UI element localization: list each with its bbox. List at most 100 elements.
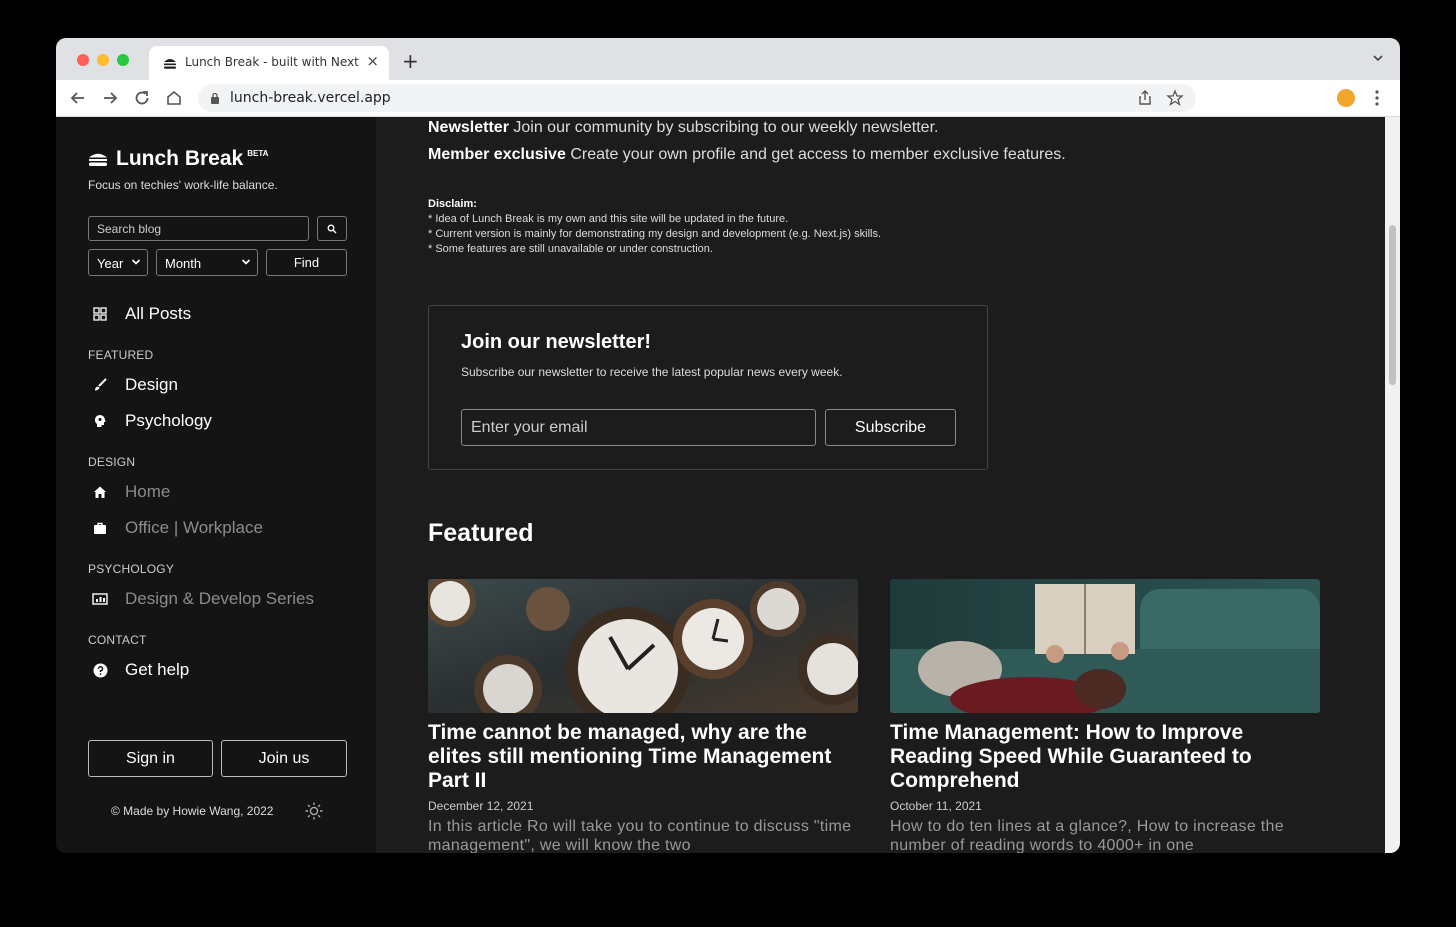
clocks-image <box>428 579 858 713</box>
nav-series-label: Design & Develop Series <box>125 589 314 608</box>
newsletter-title: Join our newsletter! <box>461 331 652 353</box>
post-date: October 11, 2021 <box>890 799 982 813</box>
burger-icon <box>89 153 107 166</box>
post-card[interactable]: Time cannot be managed, why are the elit… <box>428 579 858 853</box>
disclaimer-line: * Idea of Lunch Break is my own and this… <box>428 213 789 225</box>
disclaimer: Disclaim: * Idea of Lunch Break is my ow… <box>428 197 881 257</box>
month-select[interactable]: Month <box>156 249 258 276</box>
search-button[interactable] <box>317 216 347 241</box>
nav-design-label: Design <box>125 375 178 394</box>
close-window-button[interactable] <box>77 54 89 66</box>
web-page: Lunch Break BETA Focus on techies' work-… <box>56 117 1400 853</box>
beta-badge: BETA <box>247 148 269 158</box>
head-brain-icon <box>95 415 106 427</box>
tab-strip: Lunch Break - built with Next × + <box>56 38 1400 80</box>
address-bar[interactable]: lunch-break.vercel.app <box>198 84 1196 112</box>
chevron-down-icon <box>131 259 141 265</box>
nav-office-workplace[interactable]: Office | Workplace <box>88 516 263 540</box>
post-image-clocks[interactable] <box>428 579 858 713</box>
minimize-window-button[interactable] <box>97 54 109 66</box>
back-arrow-icon[interactable] <box>68 88 88 108</box>
brush-icon <box>95 378 107 391</box>
feature-newsletter-desc: Join our community by subscribing to our… <box>513 119 939 136</box>
feature-newsletter: Newsletter Join our community by subscri… <box>428 119 938 137</box>
nav-all-posts-label: All Posts <box>125 304 192 323</box>
newsletter-box: Join our newsletter! Subscribe our newsl… <box>428 305 988 470</box>
nav-office-label: Office | Workplace <box>125 518 263 537</box>
section-contact: CONTACT <box>88 633 147 647</box>
new-tab-button[interactable]: + <box>402 49 419 73</box>
burger-icon <box>164 59 176 69</box>
post-image-reading[interactable] <box>890 579 1320 713</box>
lock-icon <box>211 92 219 104</box>
find-button[interactable]: Find <box>266 249 347 276</box>
main-content: Newsletter Join our community by subscri… <box>428 117 1378 853</box>
briefcase-icon <box>94 522 106 534</box>
join-us-button[interactable]: Join us <box>221 740 347 777</box>
email-field[interactable] <box>461 409 816 446</box>
post-title[interactable]: Time Management: How to Improve Reading … <box>890 721 1320 793</box>
profile-avatar[interactable] <box>1337 89 1355 107</box>
reading-image <box>890 579 1320 713</box>
sign-in-button[interactable]: Sign in <box>88 740 213 777</box>
post-excerpt: How to do ten lines at a glance?, How to… <box>890 818 1284 853</box>
logo[interactable]: Lunch Break BETA <box>88 147 268 171</box>
tab-search-chevron-icon[interactable] <box>1372 52 1384 64</box>
nav-home-label: Home <box>125 482 171 501</box>
share-icon[interactable] <box>1136 89 1154 107</box>
newsletter-subtitle: Subscribe our newsletter to receive the … <box>461 365 843 379</box>
forward-arrow-icon[interactable] <box>100 88 120 108</box>
nav-psychology[interactable]: Psychology <box>88 409 212 433</box>
sun-theme-toggle-icon[interactable] <box>304 801 324 821</box>
section-featured: FEATURED <box>88 348 154 362</box>
search-icon <box>327 224 337 234</box>
disclaimer-title: Disclaim: <box>428 198 477 210</box>
grid-icon <box>93 307 107 321</box>
browser-toolbar: lunch-break.vercel.app <box>56 80 1400 117</box>
search-input[interactable] <box>88 216 309 241</box>
home-icon[interactable] <box>164 88 184 108</box>
disclaimer-line: * Current version is mainly for demonstr… <box>428 228 882 240</box>
maximize-window-button[interactable] <box>117 54 129 66</box>
more-menu-icon[interactable] <box>1372 89 1382 107</box>
copyright-text: © Made by Howie Wang, 2022 <box>111 804 274 818</box>
feature-member-exclusive: Member exclusive Create your own profile… <box>428 146 1066 164</box>
nav-get-help-label: Get help <box>125 660 190 679</box>
reload-icon[interactable] <box>132 88 152 108</box>
nav-get-help[interactable]: Get help <box>88 658 189 682</box>
bookmark-star-icon[interactable] <box>1166 89 1184 107</box>
browser-window: Lunch Break - built with Next × + lunch- <box>56 38 1400 853</box>
disclaimer-line: * Some features are still unavailable or… <box>428 243 713 255</box>
page-scrollbar[interactable] <box>1385 117 1400 853</box>
close-tab-icon[interactable]: × <box>366 52 379 70</box>
tagline: Focus on techies' work-life balance. <box>88 178 278 192</box>
home-icon <box>94 486 106 498</box>
nav-design[interactable]: Design <box>88 373 178 397</box>
nav-psychology-label: Psychology <box>125 411 212 430</box>
nav-home[interactable]: Home <box>88 480 170 504</box>
year-select[interactable]: Year <box>88 249 148 276</box>
logo-text: Lunch Break <box>116 147 244 170</box>
presentation-chart-icon <box>92 593 108 605</box>
section-psychology: PSYCHOLOGY <box>88 562 175 576</box>
chevron-down-icon <box>241 259 251 265</box>
post-date: December 12, 2021 <box>428 799 534 813</box>
post-card[interactable]: Time Management: How to Improve Reading … <box>890 579 1320 853</box>
month-select-label: Month <box>165 256 202 271</box>
feature-member-desc: Create your own profile and get access t… <box>570 146 1066 163</box>
featured-heading: Featured <box>428 519 534 547</box>
question-circle-icon <box>93 663 107 677</box>
scrollbar-thumb[interactable] <box>1389 225 1396 385</box>
feature-newsletter-title: Newsletter <box>428 119 509 136</box>
nav-all-posts[interactable]: All Posts <box>88 302 191 326</box>
year-select-label: Year <box>97 256 124 271</box>
browser-tab[interactable]: Lunch Break - built with Next × <box>149 46 389 80</box>
sidebar: Lunch Break BETA Focus on techies' work-… <box>56 117 376 853</box>
subscribe-button[interactable]: Subscribe <box>825 409 956 446</box>
post-excerpt: In this article Ro will take you to cont… <box>428 818 852 853</box>
feature-member-title: Member exclusive <box>428 146 566 163</box>
nav-design-develop-series[interactable]: Design & Develop Series <box>88 587 314 611</box>
tab-title: Lunch Break - built with Next <box>185 55 359 69</box>
post-title[interactable]: Time cannot be managed, why are the elit… <box>428 721 858 793</box>
url-text: lunch-break.vercel.app <box>230 90 391 106</box>
